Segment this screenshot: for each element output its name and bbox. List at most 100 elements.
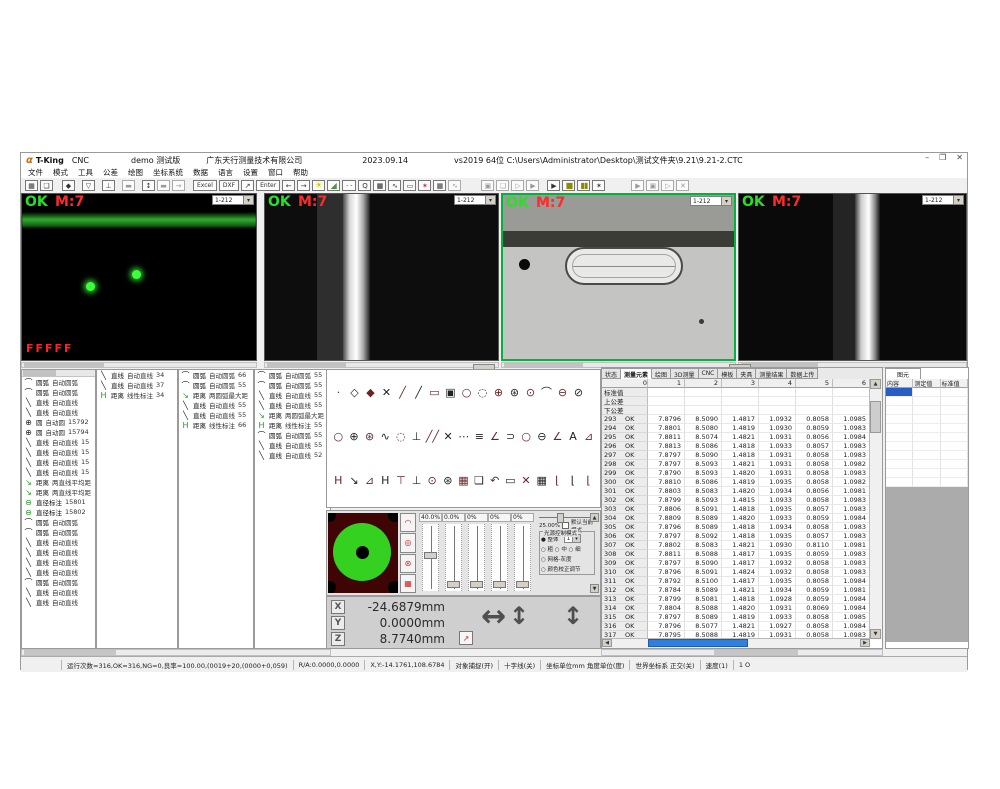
open2-button[interactable]: ▷: [511, 180, 524, 191]
tools-button[interactable]: ✶: [592, 180, 605, 191]
tab-8[interactable]: 测量结果: [756, 368, 787, 379]
palette-tool-icon[interactable]: ▣: [444, 386, 457, 399]
palette-tool-icon[interactable]: ⊕: [348, 430, 361, 443]
menu-item[interactable]: 工具: [78, 167, 93, 178]
measure-item[interactable]: ⌒圆弧自动圆弧: [22, 387, 95, 397]
palette-tool-icon[interactable]: ❏: [473, 474, 486, 487]
measure-item[interactable]: ╲直线自动直线55: [255, 400, 330, 410]
close-button[interactable]: ✕: [956, 153, 963, 162]
jog-z-icon[interactable]: ↕: [563, 602, 583, 630]
measure-item[interactable]: ⌒圆弧自动圆弧55: [255, 370, 330, 380]
menu-item[interactable]: 文件: [28, 167, 43, 178]
light-channel-slider[interactable]: 0.0%: [442, 513, 465, 593]
light-channel-slider[interactable]: 0%: [488, 513, 511, 593]
menu-item[interactable]: 窗口: [268, 167, 283, 178]
palette-tool-icon[interactable]: ⌊: [582, 474, 595, 487]
scrollbar-thumb[interactable]: [870, 401, 881, 433]
measure-item[interactable]: ╲直线自动直线52: [255, 450, 330, 460]
ring-light-preview[interactable]: [328, 513, 398, 593]
palette-tool-icon[interactable]: ⊥: [410, 430, 423, 443]
palette-tool-icon[interactable]: ⊿: [582, 430, 595, 443]
table-row[interactable]: 296OK7.88138.50861.48181.09330.80571.098…: [602, 442, 870, 451]
curve-button[interactable]: ∿: [388, 180, 401, 191]
excel-export-button[interactable]: Excel: [193, 180, 217, 191]
dash-button[interactable]: - -: [342, 180, 356, 191]
scroll-left-icon[interactable]: ◀: [602, 639, 612, 647]
measure-item[interactable]: ╲直线自动直线15: [22, 437, 95, 447]
burst-button[interactable]: ✶: [418, 180, 431, 191]
copy-button[interactable]: ❏: [496, 180, 509, 191]
palette-tool-icon[interactable]: ∿: [379, 430, 392, 443]
table-row[interactable]: 301OK7.88038.50831.48201.09340.80561.098…: [602, 487, 870, 496]
measure-item[interactable]: ╲直线自动直线55: [179, 410, 253, 420]
minimize-button[interactable]: –: [925, 153, 929, 162]
palette-tool-icon[interactable]: ○: [460, 386, 473, 399]
elements-row[interactable]: [886, 406, 968, 415]
slider-thumb[interactable]: [557, 513, 564, 523]
table-row[interactable]: 300OK7.88108.50861.48191.09350.80581.098…: [602, 478, 870, 487]
pause-button[interactable]: ▮▮: [577, 180, 590, 191]
light-mode-option[interactable]: ○ 粗 ○ 中 ○ 细: [541, 544, 593, 553]
palette-tool-icon[interactable]: ⌒: [540, 384, 553, 400]
save2-button[interactable]: ▣: [481, 180, 494, 191]
elements-row[interactable]: [886, 415, 968, 424]
table-row[interactable]: 309OK7.87978.50901.48171.09320.80581.098…: [602, 559, 870, 568]
palette-tool-icon[interactable]: ╱: [412, 386, 425, 399]
stop-button[interactable]: ■: [562, 180, 575, 191]
profile-button[interactable]: ◢: [327, 180, 340, 191]
palette-tool-icon[interactable]: ╱╱: [426, 430, 439, 443]
table-row[interactable]: 312OK7.87848.50891.48211.09340.80591.098…: [602, 586, 870, 595]
ring-segment-button[interactable]: ◠: [400, 513, 416, 532]
palette-tool-icon[interactable]: ⊕: [492, 386, 505, 399]
palette-tool-icon[interactable]: H: [379, 474, 392, 487]
tab-1[interactable]: 状态: [602, 368, 621, 379]
menu-item[interactable]: 绘图: [128, 167, 143, 178]
elements-row[interactable]: [886, 397, 968, 406]
palette-tool-icon[interactable]: ⊃: [504, 430, 517, 443]
table-row[interactable]: 293OK7.87968.50901.48171.09320.80581.098…: [602, 415, 870, 424]
measure-item[interactable]: ↘距离两直线平均距: [22, 477, 95, 487]
probe-button[interactable]: ◆: [62, 180, 75, 191]
measure-item[interactable]: ⌒圆弧自动圆弧: [22, 377, 95, 387]
palette-tool-icon[interactable]: ◌: [395, 430, 408, 443]
measure-item[interactable]: ╲直线自动直线: [22, 547, 95, 557]
palette-tool-icon[interactable]: ✕: [520, 474, 533, 487]
zoom-tool-button[interactable]: Q: [358, 180, 371, 191]
light-mode-option[interactable]: ○ 颜色校正调节: [541, 564, 593, 573]
palette-tool-icon[interactable]: A: [567, 430, 580, 443]
tab-7[interactable]: 夹具: [737, 368, 756, 379]
measure-item[interactable]: ⊕圆自动圆15792: [22, 417, 95, 427]
palette-tool-icon[interactable]: ╱: [396, 386, 409, 399]
table-row[interactable]: 314OK7.88048.50881.48201.09310.80691.098…: [602, 604, 870, 613]
slider-track[interactable]: [514, 524, 531, 591]
zero-button[interactable]: ⊥: [102, 180, 115, 191]
scroll-down-icon[interactable]: ▼: [590, 584, 599, 593]
measure-item[interactable]: ╲直线自动直线15: [22, 457, 95, 467]
tab-9[interactable]: 数据上传: [787, 368, 818, 379]
measure-item[interactable]: ⊖直径标注15801: [22, 497, 95, 507]
elements-row[interactable]: [886, 478, 968, 487]
grid-button[interactable]: ▦: [373, 180, 386, 191]
dither-button[interactable]: ▦: [433, 180, 446, 191]
measure-item[interactable]: ╲直线自动直线: [22, 557, 95, 567]
ring-segment-button[interactable]: ▦: [400, 574, 416, 593]
palette-tool-icon[interactable]: H: [332, 474, 345, 487]
palette-tool-icon[interactable]: ↘: [348, 474, 361, 487]
chevron-down-icon[interactable]: ▾: [721, 197, 731, 205]
chevron-down-icon[interactable]: ▾: [243, 196, 253, 204]
elements-row[interactable]: [886, 469, 968, 478]
menu-item[interactable]: 公差: [103, 167, 118, 178]
palette-tool-icon[interactable]: ⊿: [363, 474, 376, 487]
play-gray-button[interactable]: ▶: [526, 180, 539, 191]
camera-view-2[interactable]: OK M:7 1-212 ▾: [264, 193, 499, 361]
menu-item[interactable]: 数据: [193, 167, 208, 178]
light-button[interactable]: ☀: [312, 180, 325, 191]
open3-button[interactable]: ▷: [661, 180, 674, 191]
scroll-right-icon[interactable]: ▶: [860, 639, 870, 647]
palette-tool-icon[interactable]: ◆: [364, 386, 377, 399]
tab-3[interactable]: 绘图: [652, 368, 671, 379]
camera-source-select[interactable]: 1-212 ▾: [454, 195, 496, 205]
palette-tool-icon[interactable]: ⌊: [551, 474, 564, 487]
table-row[interactable]: 299OK7.87908.50931.48201.09310.80581.098…: [602, 469, 870, 478]
slider-thumb[interactable]: [516, 581, 529, 588]
